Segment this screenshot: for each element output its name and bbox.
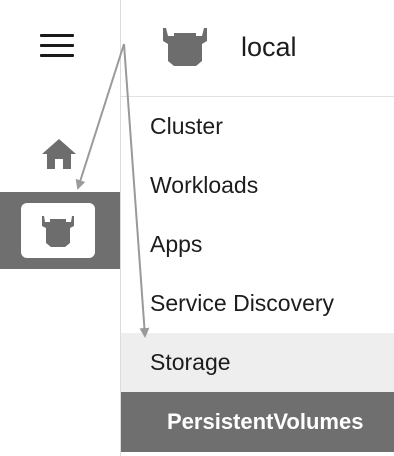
cluster-header: local (121, 0, 394, 97)
rancher-bull-icon (161, 26, 209, 73)
nav-item-service-discovery[interactable]: Service Discovery (121, 274, 394, 333)
home-icon[interactable] (40, 136, 78, 172)
nav-item-storage[interactable]: Storage (121, 333, 394, 392)
icon-rail (0, 0, 120, 456)
nav-panel: local Cluster Workloads Apps Service Dis… (121, 0, 394, 456)
cluster-tile (0, 192, 120, 269)
page: local Cluster Workloads Apps Service Dis… (0, 0, 394, 456)
nav-item-workloads[interactable]: Workloads (121, 156, 394, 215)
nav-item-cluster[interactable]: Cluster (121, 97, 394, 156)
rancher-bull-icon (42, 216, 74, 247)
cluster-button[interactable] (21, 203, 95, 258)
nav-item-apps[interactable]: Apps (121, 215, 394, 274)
nav-item-persistentvolumes[interactable]: PersistentVolumes (121, 392, 394, 452)
side-nav: Cluster Workloads Apps Service Discovery… (121, 97, 394, 452)
hamburger-menu-icon[interactable] (40, 34, 76, 60)
cluster-name: local (241, 32, 297, 62)
